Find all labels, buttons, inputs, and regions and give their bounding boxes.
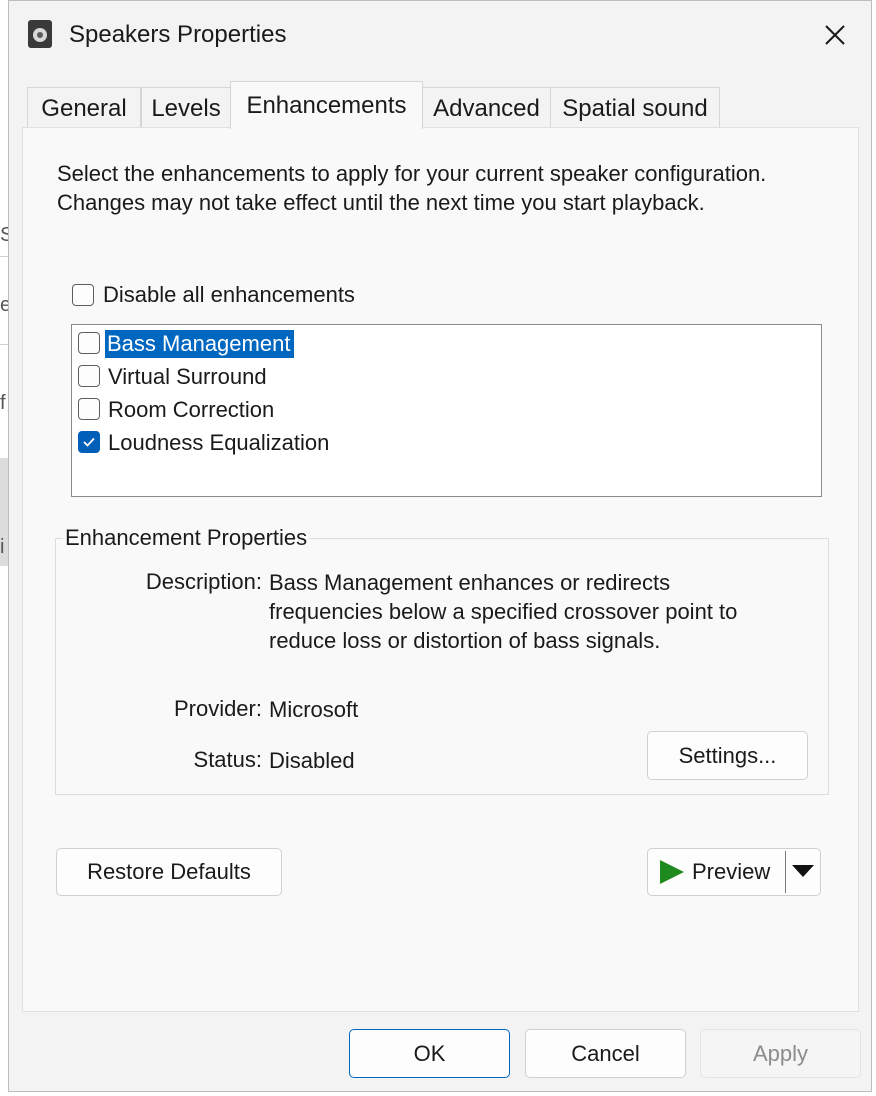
- room-correction-checkbox[interactable]: [78, 398, 100, 420]
- virtual-surround-checkbox[interactable]: [78, 365, 100, 387]
- provider-key: Provider:: [173, 696, 262, 721]
- chevron-down-icon: [791, 863, 815, 884]
- description-line: reduce loss or distortion of bass signal…: [269, 628, 661, 653]
- background-text: f: [0, 392, 6, 414]
- list-item-room-correction[interactable]: Room Correction: [108, 396, 274, 424]
- background-text: e: [0, 294, 8, 316]
- status-value: Disabled: [269, 748, 355, 773]
- close-button[interactable]: [815, 15, 855, 55]
- group-title: Enhancement Properties: [63, 525, 310, 551]
- title-bar[interactable]: Speakers Properties: [9, 1, 871, 67]
- description-line: frequencies below a specified crossover …: [269, 599, 738, 624]
- preview-split-button: Preview: [647, 848, 821, 896]
- preview-dropdown-button[interactable]: [786, 849, 820, 895]
- ok-button[interactable]: OK: [349, 1029, 510, 1078]
- list-item-bass-management[interactable]: Bass Management: [105, 330, 295, 358]
- speakers-properties-dialog: Speakers Properties General Levels Enhan…: [8, 0, 872, 1092]
- speaker-icon: [27, 19, 53, 49]
- bass-management-checkbox[interactable]: [78, 332, 100, 354]
- play-icon: [658, 858, 686, 891]
- preview-label: Preview: [692, 859, 771, 884]
- tab-spatial-sound[interactable]: Spatial sound: [550, 87, 720, 129]
- description-key: Description:: [145, 569, 262, 594]
- restore-defaults-button[interactable]: Restore Defaults: [56, 848, 282, 896]
- tab-enhancements[interactable]: Enhancements: [230, 81, 423, 129]
- description-line: Bass Management enhances or redirects: [269, 570, 671, 595]
- tab-advanced[interactable]: Advanced: [422, 87, 551, 129]
- apply-button[interactable]: Apply: [700, 1029, 861, 1078]
- list-item-virtual-surround[interactable]: Virtual Surround: [108, 363, 267, 391]
- close-icon: [815, 25, 855, 59]
- background-divider: [0, 344, 8, 345]
- enhancements-list[interactable]: Bass Management Virtual Surround Room Co…: [71, 324, 822, 497]
- background-text: i: [0, 536, 5, 558]
- cancel-button[interactable]: Cancel: [525, 1029, 686, 1078]
- tab-general[interactable]: General: [27, 87, 141, 129]
- disable-all-label[interactable]: Disable all enhancements: [103, 281, 355, 309]
- window-title: Speakers Properties: [69, 21, 287, 48]
- intro-text: Select the enhancements to apply for you…: [57, 161, 767, 215]
- disable-all-checkbox[interactable]: [72, 284, 94, 306]
- description-value: Bass Management enhances or redirects fr…: [269, 568, 737, 655]
- list-item-loudness-equalization[interactable]: Loudness Equalization: [108, 429, 329, 457]
- loudness-equalization-checkbox[interactable]: [78, 431, 100, 453]
- settings-button[interactable]: Settings...: [647, 731, 808, 780]
- tab-levels[interactable]: Levels: [141, 87, 231, 129]
- preview-button[interactable]: Preview: [648, 849, 784, 895]
- status-key: Status:: [193, 747, 262, 772]
- provider-value: Microsoft: [269, 697, 359, 722]
- background-divider: [0, 256, 8, 257]
- background-text: S: [0, 224, 8, 246]
